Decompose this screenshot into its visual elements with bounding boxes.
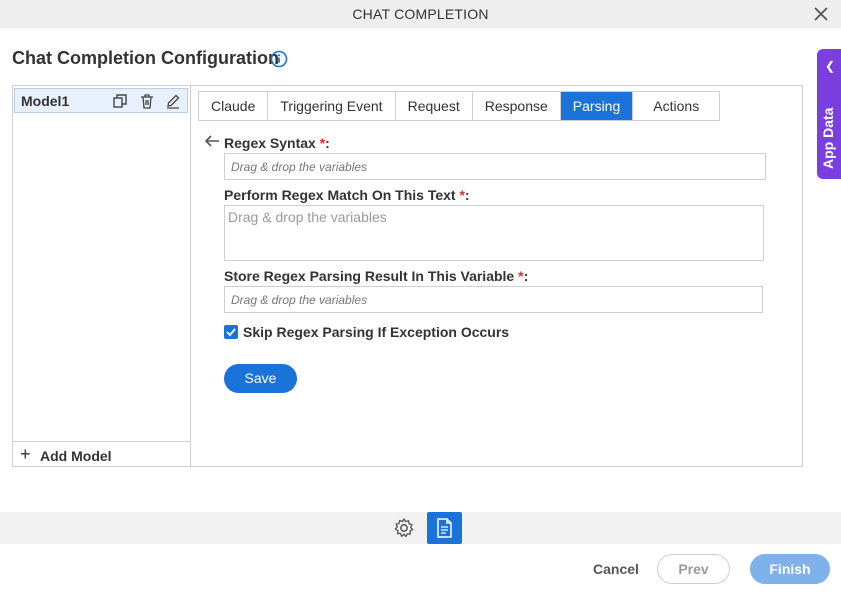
finish-button[interactable]: Finish: [750, 554, 830, 584]
close-icon[interactable]: [811, 4, 831, 24]
tab-triggering-event[interactable]: Triggering Event: [268, 92, 396, 120]
skip-exception-label: Skip Regex Parsing If Exception Occurs: [243, 324, 510, 340]
chevron-left-icon: ❮: [825, 59, 836, 73]
store-result-label: Store Regex Parsing Result In This Varia…: [224, 268, 529, 284]
cancel-button[interactable]: Cancel: [593, 561, 639, 577]
tab-response[interactable]: Response: [473, 92, 561, 120]
tab-actions[interactable]: Actions: [633, 92, 719, 120]
model-list-panel: [12, 85, 191, 467]
copy-icon[interactable]: [112, 93, 128, 109]
regex-syntax-placeholder: Drag & drop the variables: [231, 160, 368, 174]
title-bar: CHAT COMPLETION: [0, 0, 841, 28]
add-model-button[interactable]: + Add Model: [12, 441, 191, 467]
skip-exception-checkbox[interactable]: [224, 325, 238, 339]
tab-claude[interactable]: Claude: [199, 92, 269, 120]
bottom-toolbar: [0, 512, 841, 544]
regex-syntax-field[interactable]: Drag & drop the variables: [224, 153, 766, 180]
page-title: Chat Completion Configuration: [12, 48, 279, 68]
tab-parsing[interactable]: Parsing: [560, 92, 634, 120]
trash-icon[interactable]: [139, 93, 155, 109]
document-view-button[interactable]: [427, 512, 462, 544]
model-name: Model1: [21, 93, 70, 109]
tab-request[interactable]: Request: [396, 92, 473, 120]
checkmark-icon: [226, 328, 236, 337]
gear-icon[interactable]: [393, 517, 415, 539]
prev-button[interactable]: Prev: [657, 554, 730, 584]
match-text-placeholder: Drag & drop the variables: [228, 209, 387, 225]
add-model-label: Add Model: [40, 448, 112, 464]
window-title: CHAT COMPLETION: [352, 6, 489, 22]
info-icon[interactable]: [270, 50, 288, 68]
store-result-field[interactable]: Drag & drop the variables: [224, 286, 763, 313]
store-result-placeholder: Drag & drop the variables: [231, 293, 368, 307]
save-button[interactable]: Save: [224, 364, 297, 393]
model-list-item[interactable]: Model1: [14, 88, 188, 113]
document-icon: [437, 518, 452, 538]
app-data-panel-toggle[interactable]: ❮ App Data: [817, 49, 841, 179]
app-data-label: App Data: [820, 107, 836, 169]
match-text-field[interactable]: Drag & drop the variables: [224, 205, 764, 261]
match-text-label: Perform Regex Match On This Text *:: [224, 187, 470, 203]
back-arrow-icon[interactable]: [204, 134, 220, 148]
plus-icon: +: [20, 444, 31, 464]
regex-syntax-label: Regex Syntax *:: [224, 135, 330, 151]
tab-bar: Claude Triggering Event Request Response…: [198, 91, 721, 121]
edit-icon[interactable]: [165, 93, 181, 109]
